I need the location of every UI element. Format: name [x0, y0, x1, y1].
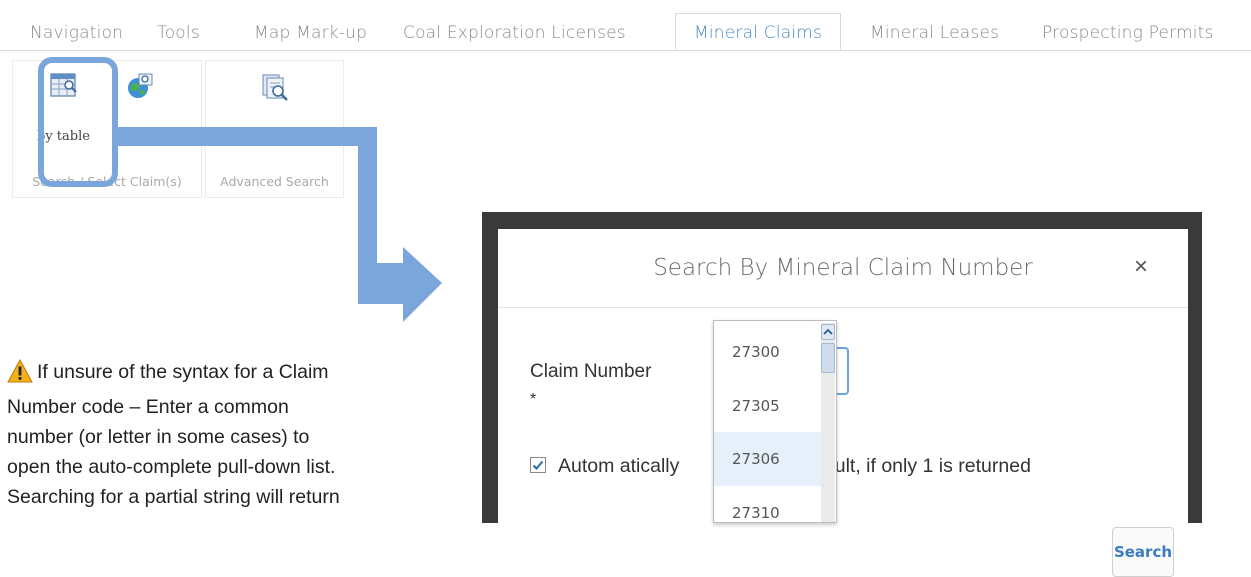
search-modal: Search By Mineral Claim Number × Claim N…: [498, 229, 1188, 577]
help-text-body: If unsure of the syntax for a Claim Numb…: [7, 361, 340, 508]
auto-select-text-prefix: Autom atically: [558, 455, 680, 477]
modal-title: Search By Mineral Claim Number: [653, 255, 1033, 281]
autocomplete-dropdown: 27300 27305 27306 27310: [713, 320, 837, 523]
dropdown-item[interactable]: 27300: [714, 325, 826, 379]
dropdown-item-selected[interactable]: 27306: [714, 432, 826, 486]
tab-mineral-leases[interactable]: Mineral Leases: [870, 14, 999, 50]
dropdown-item[interactable]: 27310: [714, 486, 826, 522]
tab-prospecting-permits[interactable]: Prospecting Permits: [1042, 14, 1214, 50]
auto-select-checkbox[interactable]: [530, 457, 546, 473]
scroll-up-icon[interactable]: [821, 324, 835, 340]
tab-mineral-claims[interactable]: Mineral Claims: [675, 13, 842, 50]
checkmark-icon: [532, 460, 544, 470]
search-button[interactable]: Search: [1112, 527, 1174, 577]
claim-number-label: Claim Number: [530, 361, 652, 382]
close-icon[interactable]: ×: [1134, 255, 1148, 279]
modal-body: Claim Number * Autom aticallye result, i…: [498, 307, 1188, 577]
callout-arrow: [118, 127, 442, 322]
scrollbar-thumb[interactable]: [821, 343, 835, 373]
help-text: If unsure of the syntax for a Claim Numb…: [7, 357, 347, 512]
dropdown-item[interactable]: 27305: [714, 379, 826, 433]
warning-icon: [7, 358, 33, 392]
required-mark: *: [530, 391, 537, 408]
